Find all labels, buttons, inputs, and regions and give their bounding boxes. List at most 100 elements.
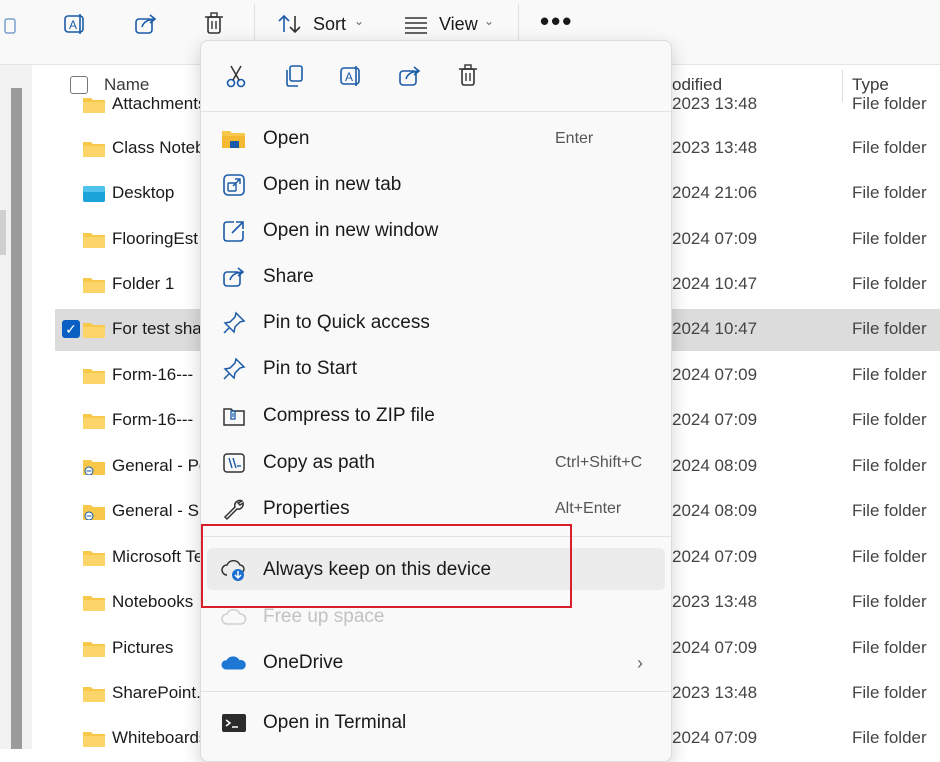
row-name: Microsoft Te xyxy=(112,547,204,566)
folder-icon xyxy=(83,550,105,566)
menu-item-pin-to-start[interactable]: Pin to Start xyxy=(201,347,671,391)
row-type: File folder xyxy=(852,547,927,566)
row-date-modified: 2024 07:09 xyxy=(672,638,758,657)
menu-item-label: Share xyxy=(263,266,314,287)
zip-icon xyxy=(221,404,247,428)
menu-item-shortcut: Ctrl+Shift+C xyxy=(555,454,643,471)
view-icon[interactable] xyxy=(402,10,430,38)
row-type: File folder xyxy=(852,274,927,293)
row-name: Whiteboards xyxy=(112,728,207,747)
sort-button-label[interactable]: Sort xyxy=(313,14,346,35)
context-menu: A Open Enter Open in new tab Open in new… xyxy=(200,40,672,762)
row-name: SharePoint.C xyxy=(112,683,207,702)
menu-item-label: Properties xyxy=(263,498,350,519)
row-type: File folder xyxy=(852,229,927,248)
row-name: General - Si xyxy=(112,501,203,520)
pin-icon xyxy=(221,357,247,381)
svg-text:A: A xyxy=(69,18,77,32)
chevron-down-icon[interactable]: ⌄ xyxy=(354,14,364,28)
row-date-modified: 2024 07:09 xyxy=(672,728,758,747)
menu-item-onedrive[interactable]: OneDrive › xyxy=(201,641,671,685)
menu-item-open-in-new-window[interactable]: Open in new window xyxy=(201,209,671,253)
copy-path-icon xyxy=(221,451,247,475)
onedrive-icon xyxy=(221,651,247,675)
menu-item-label: Free up space xyxy=(263,606,385,627)
highlight-box xyxy=(201,524,572,608)
copy-icon[interactable] xyxy=(281,63,307,89)
folder-icon xyxy=(83,731,105,747)
menu-item-label: Open in new tab xyxy=(263,174,402,195)
row-type: File folder xyxy=(852,410,927,429)
menu-item-pin-to-quick-access[interactable]: Pin to Quick access xyxy=(201,301,671,345)
menu-item-label: Pin to Quick access xyxy=(263,312,430,333)
rename-icon[interactable]: A xyxy=(339,63,365,89)
menu-separator xyxy=(201,691,671,692)
row-type: File folder xyxy=(852,319,927,338)
menu-item-share[interactable]: Share xyxy=(201,255,671,299)
menu-item-copy-as-path[interactable]: Copy as path Ctrl+Shift+C xyxy=(201,441,671,485)
share-icon[interactable] xyxy=(132,10,160,38)
menu-item-label: Open in Terminal xyxy=(263,712,407,733)
folder-icon xyxy=(83,232,105,248)
row-checkbox[interactable]: ✓ xyxy=(62,320,80,338)
row-date-modified: 2024 10:47 xyxy=(672,274,758,293)
folder-icon xyxy=(83,277,105,293)
new-tab-icon xyxy=(221,173,247,197)
terminal-icon xyxy=(221,711,247,735)
menu-item-label: Open in new window xyxy=(263,220,439,241)
row-name: Folder 1 xyxy=(112,274,175,293)
new-window-icon xyxy=(221,219,247,243)
copy-icon[interactable] xyxy=(0,10,28,38)
rename-icon[interactable]: A xyxy=(62,10,90,38)
navigation-scrollbar[interactable] xyxy=(11,88,22,749)
row-date-modified: 2024 08:09 xyxy=(672,456,758,475)
menu-item-label: OneDrive xyxy=(263,652,344,673)
desktop-folder-icon xyxy=(83,186,105,202)
menu-item-open[interactable]: Open Enter xyxy=(201,117,671,161)
row-date-modified: 2024 08:09 xyxy=(672,501,758,520)
folder-icon xyxy=(83,368,105,384)
menu-item-shortcut: Alt+Enter xyxy=(555,500,622,517)
row-name: Form-16--- xyxy=(112,365,194,384)
shared-folder-icon xyxy=(83,459,105,476)
row-date-modified: 2024 21:06 xyxy=(672,183,758,202)
row-name: For test sharing xyxy=(112,319,207,338)
row-name: Attachments xyxy=(112,94,207,113)
share-icon xyxy=(221,265,247,289)
delete-icon[interactable] xyxy=(455,63,481,89)
row-type: File folder xyxy=(852,728,927,747)
chevron-down-icon[interactable]: ⌄ xyxy=(484,14,494,28)
row-date-modified: 2023 13:48 xyxy=(672,683,758,702)
row-date-modified: 2024 07:09 xyxy=(672,365,758,384)
row-date-modified: 2024 07:09 xyxy=(672,547,758,566)
navigation-pane-selection xyxy=(0,210,6,255)
folder-icon xyxy=(83,595,105,611)
context-menu-quick-actions: A xyxy=(201,41,671,112)
row-date-modified: 2023 13:48 xyxy=(672,94,758,113)
menu-item-open-in-terminal[interactable]: Open in Terminal xyxy=(201,701,671,745)
pin-icon xyxy=(221,311,247,335)
delete-icon[interactable] xyxy=(200,10,228,38)
share-icon[interactable] xyxy=(397,63,423,89)
menu-item-label: Copy as path xyxy=(263,452,375,473)
row-type: File folder xyxy=(852,683,927,702)
row-type: File folder xyxy=(852,94,927,113)
cut-icon[interactable] xyxy=(223,63,249,89)
row-name: Desktop xyxy=(112,183,175,202)
row-date-modified: 2023 13:48 xyxy=(672,592,758,611)
more-options-button[interactable]: ••• xyxy=(540,6,573,37)
row-date-modified: 2024 10:47 xyxy=(672,319,758,338)
view-button-label[interactable]: View xyxy=(439,14,478,35)
row-name: Class Notebooks xyxy=(112,138,207,157)
sort-icon[interactable] xyxy=(276,10,304,38)
menu-item-compress-to-zip[interactable]: Compress to ZIP file xyxy=(201,394,671,438)
row-name: Form-16--- xyxy=(112,410,194,429)
cloud-icon xyxy=(221,605,247,629)
menu-item-open-in-new-tab[interactable]: Open in new tab xyxy=(201,163,671,207)
row-type: File folder xyxy=(852,138,927,157)
wrench-icon xyxy=(221,497,247,521)
row-date-modified: 2023 13:48 xyxy=(672,138,758,157)
row-name: Pictures xyxy=(112,638,174,657)
row-type: File folder xyxy=(852,501,927,520)
folder-open-icon xyxy=(221,127,247,151)
